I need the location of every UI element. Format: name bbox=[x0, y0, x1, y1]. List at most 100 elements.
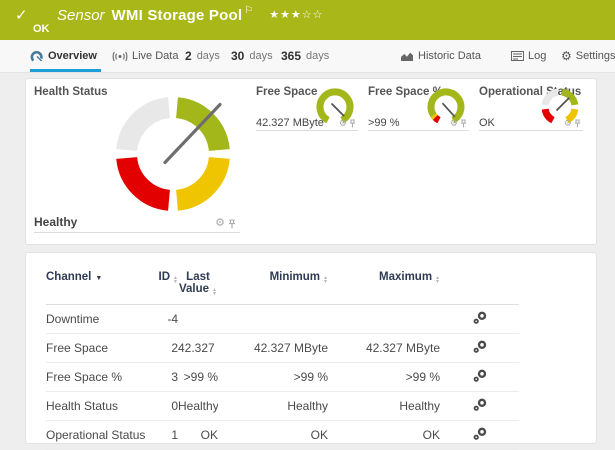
channel-minimum: >99 % bbox=[218, 362, 328, 392]
tab-label: days bbox=[249, 50, 273, 62]
free-space-pct-tile[interactable]: Free Space % >99 % ⚙ bbox=[368, 83, 469, 131]
channel-name: Free Space % bbox=[46, 362, 146, 392]
channel-id: 1 bbox=[146, 420, 178, 450]
tab-log[interactable]: Log bbox=[511, 40, 546, 72]
channels-table: Channel ▼ ID ▲ ▼ Last Value ▲ ▼ Minimum ▲ ▼ Max… bbox=[46, 269, 519, 450]
sensor-status-badge: OK bbox=[33, 23, 50, 35]
channel-maximum: OK bbox=[328, 420, 440, 450]
channel-maximum: 42.327 MByte bbox=[328, 333, 440, 363]
gauge-icon bbox=[30, 50, 43, 62]
column-header-maximum[interactable]: Maximum ▲ ▼ bbox=[328, 269, 440, 305]
channel-name: Operational Status bbox=[46, 420, 146, 450]
gauge-value: 42.327 MByte bbox=[256, 117, 324, 129]
channel-id: -4 bbox=[146, 304, 178, 334]
channel-minimum: 42.327 MByte bbox=[218, 333, 328, 363]
free-space-tile[interactable]: Free Space 42.327 MByte ⚙ bbox=[256, 83, 358, 131]
health-status-gauge bbox=[116, 97, 230, 211]
channel-name: Free Space bbox=[46, 333, 146, 363]
tab-number: 2 bbox=[185, 49, 192, 63]
tab-settings[interactable]: ⚙ Settings bbox=[561, 40, 615, 72]
column-header-last-value[interactable]: Last Value ▲ ▼ bbox=[178, 269, 218, 305]
pin-icon[interactable] bbox=[460, 119, 467, 128]
gauge-needle bbox=[441, 102, 456, 118]
sort-desc-icon[interactable]: ▼ bbox=[95, 275, 102, 282]
sensor-title-row: Sensor WMI Storage Pool ⚐ ★★★☆☆ bbox=[57, 5, 324, 24]
channel-minimum: OK bbox=[218, 420, 328, 450]
column-header-minimum[interactable]: Minimum ▲ ▼ bbox=[218, 269, 328, 305]
pin-icon[interactable] bbox=[349, 119, 356, 128]
sensor-header: ✓ Sensor WMI Storage Pool ⚐ ★★★☆☆ OK bbox=[0, 0, 615, 40]
channel-maximum bbox=[328, 304, 440, 334]
tab-number: 30 bbox=[231, 49, 245, 63]
tab-historic-data[interactable]: Historic Data bbox=[400, 40, 481, 72]
stars-filled[interactable]: ★★★ bbox=[269, 9, 302, 21]
tab-live-data[interactable]: Live Data bbox=[112, 40, 178, 72]
channel-settings-gear-icon[interactable] bbox=[473, 340, 487, 356]
tab-label: days bbox=[306, 50, 330, 62]
tab-2-days[interactable]: 2 days bbox=[185, 40, 220, 72]
sort-icon[interactable]: ▲ ▼ bbox=[435, 276, 440, 285]
status-check-icon: ✓ bbox=[15, 7, 28, 24]
tab-365-days[interactable]: 365 days bbox=[281, 40, 329, 72]
sort-icon[interactable]: ▲ ▼ bbox=[173, 276, 178, 285]
channel-last-value bbox=[178, 304, 218, 334]
gear-icon: ⚙ bbox=[561, 49, 572, 63]
favorite-rating[interactable]: ★★★☆☆ bbox=[269, 9, 323, 21]
table-row: Downtime -4 bbox=[46, 304, 519, 334]
sort-icon[interactable]: ▲ ▼ bbox=[212, 288, 217, 297]
channel-name: Health Status bbox=[46, 391, 146, 421]
gauge-value: Healthy bbox=[34, 215, 78, 229]
sort-icon[interactable]: ▲ ▼ bbox=[323, 276, 328, 285]
stars-empty[interactable]: ☆☆ bbox=[302, 9, 324, 21]
health-status-tile[interactable]: Health Status Healthy ⚙ bbox=[34, 83, 240, 233]
channel-settings-gear-icon[interactable] bbox=[473, 427, 487, 443]
page-title: WMI Storage Pool bbox=[111, 7, 243, 24]
channel-settings-gear-icon[interactable] bbox=[473, 398, 487, 414]
sensor-overview-page: ✓ Sensor WMI Storage Pool ⚐ ★★★☆☆ OK Overvi… bbox=[0, 0, 615, 450]
channel-last-value: 42.327 … bbox=[178, 333, 218, 363]
channel-last-value: OK bbox=[178, 420, 218, 450]
pin-icon[interactable] bbox=[228, 218, 236, 229]
gauge-title: Free Space bbox=[256, 86, 318, 98]
column-header-actions bbox=[440, 269, 519, 305]
gauges-panel: Health Status Healthy ⚙ Free Space 42.32… bbox=[25, 78, 597, 245]
gauge-settings-gear-icon[interactable]: ⚙ bbox=[339, 119, 347, 128]
channel-last-value: >99 % bbox=[178, 362, 218, 392]
channel-maximum: >99 % bbox=[328, 362, 440, 392]
channel-settings-gear-icon[interactable] bbox=[473, 369, 487, 385]
channel-id: 0 bbox=[146, 391, 178, 421]
table-row: Free Space % 3 >99 % >99 % >99 % bbox=[46, 362, 519, 392]
channel-settings-gear-icon[interactable] bbox=[473, 311, 487, 327]
gauge-settings-gear-icon[interactable]: ⚙ bbox=[450, 119, 458, 128]
gauge-value: >99 % bbox=[368, 117, 400, 129]
priority-flag-icon[interactable]: ⚐ bbox=[244, 5, 253, 16]
channel-minimum: Healthy bbox=[218, 391, 328, 421]
tab-label: Historic Data bbox=[418, 50, 481, 62]
tab-label: Log bbox=[528, 50, 547, 62]
gauge-settings-gear-icon[interactable]: ⚙ bbox=[215, 218, 225, 229]
tab-overview[interactable]: Overview bbox=[30, 40, 97, 72]
chart-icon bbox=[401, 52, 413, 61]
tab-label: Settings bbox=[575, 50, 615, 62]
live-signal-icon bbox=[112, 51, 128, 61]
operational-status-tile[interactable]: Operational Status OK ⚙ bbox=[479, 83, 583, 131]
tab-label: Live Data bbox=[132, 50, 179, 62]
tab-label: Overview bbox=[48, 50, 97, 62]
table-row: Free Space 2 42.327 … 42.327 MByte 42.32… bbox=[46, 333, 519, 363]
channel-maximum: Healthy bbox=[328, 391, 440, 421]
table-header-row: Channel ▼ ID ▲ ▼ Last Value ▲ ▼ Minimum ▲ ▼ Max… bbox=[46, 269, 519, 305]
channel-id: 2 bbox=[146, 333, 178, 363]
channels-panel: Channel ▼ ID ▲ ▼ Last Value ▲ ▼ Minimum ▲ ▼ Max… bbox=[25, 252, 597, 450]
gauge-needle bbox=[330, 102, 345, 117]
column-header-channel[interactable]: Channel ▼ bbox=[46, 269, 146, 305]
column-header-id[interactable]: ID ▲ ▼ bbox=[146, 269, 178, 305]
table-row: Operational Status 1 OK OK OK bbox=[46, 420, 519, 450]
active-tab-indicator bbox=[30, 69, 101, 72]
channel-minimum bbox=[218, 304, 328, 334]
gauge-value: OK bbox=[479, 117, 495, 129]
gauge-needle bbox=[555, 97, 570, 112]
gauge-title: Health Status bbox=[34, 86, 108, 98]
tab-30-days[interactable]: 30 days bbox=[231, 40, 273, 72]
gauge-settings-gear-icon[interactable]: ⚙ bbox=[564, 119, 572, 128]
pin-icon[interactable] bbox=[574, 119, 581, 128]
